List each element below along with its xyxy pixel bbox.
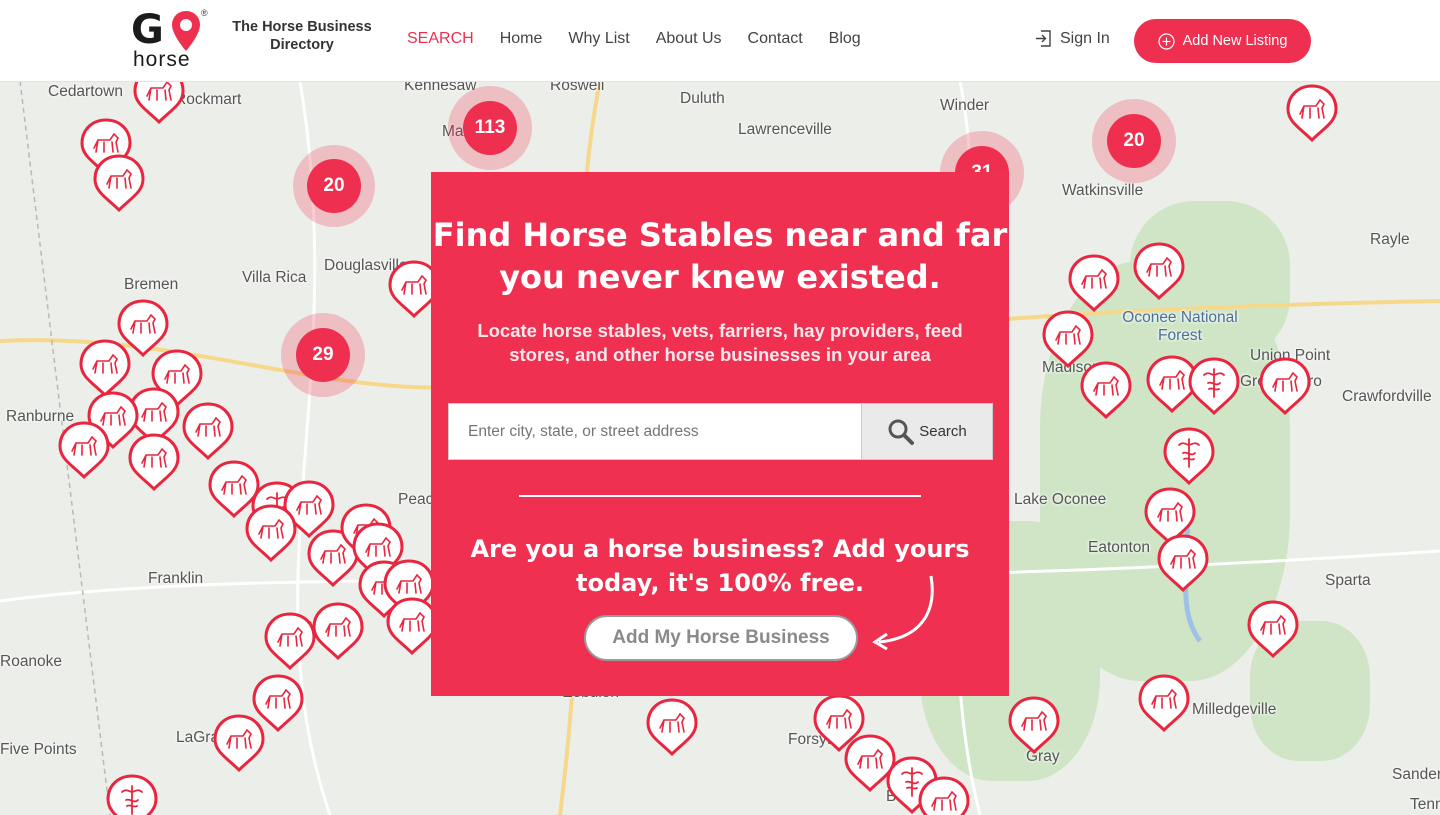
nav-why-list[interactable]: Why List bbox=[568, 29, 629, 49]
horse-pin-icon[interactable] bbox=[1286, 84, 1338, 143]
horse-pin-icon[interactable] bbox=[646, 698, 698, 757]
cluster-count: 20 bbox=[307, 159, 361, 213]
search-icon bbox=[888, 419, 915, 445]
sign-in-link[interactable]: Sign In bbox=[1034, 29, 1110, 48]
horse-pin-icon[interactable] bbox=[213, 714, 265, 773]
map-place-label: Sandersville bbox=[1392, 766, 1440, 783]
address-search: Search bbox=[448, 403, 994, 460]
horse-pin-icon[interactable] bbox=[1157, 534, 1209, 593]
horse-pin-icon[interactable] bbox=[1247, 600, 1299, 659]
map-place-label: Roanoke bbox=[0, 653, 63, 670]
search-button[interactable]: Search bbox=[862, 403, 993, 460]
horse-pin-icon[interactable] bbox=[93, 154, 145, 213]
map-place-label: Crawfordville bbox=[1342, 388, 1432, 405]
cluster-count: 20 bbox=[1107, 114, 1161, 168]
add-new-listing-label: Add New Listing bbox=[1182, 33, 1288, 49]
map-place-label: Lawrenceville bbox=[738, 121, 832, 138]
horse-pin-icon[interactable] bbox=[1138, 674, 1190, 733]
horse-pin-icon[interactable] bbox=[58, 421, 110, 480]
map-place-label: Oconee National Forest bbox=[1122, 309, 1238, 344]
hero-divider bbox=[519, 495, 921, 497]
map-place-label: Watkinsville bbox=[1062, 182, 1144, 199]
hero-panel: Find Horse Stables near and far you neve… bbox=[431, 172, 1009, 696]
hero-subheadline: Locate horse stables, vets, farriers, ha… bbox=[477, 320, 963, 365]
map-place-label: Bremen bbox=[124, 276, 179, 293]
search-button-label: Search bbox=[919, 423, 967, 440]
horse-pin-icon[interactable] bbox=[1259, 357, 1311, 416]
horse-pin-icon[interactable] bbox=[128, 433, 180, 492]
map-place-label: Franklin bbox=[148, 570, 204, 587]
nav-about-us[interactable]: About Us bbox=[656, 29, 722, 49]
vet-pin-icon[interactable] bbox=[1163, 427, 1215, 486]
horse-pin-icon[interactable] bbox=[1080, 361, 1132, 420]
map-place-label: Winder bbox=[940, 97, 990, 114]
horse-pin-icon[interactable] bbox=[1133, 242, 1185, 301]
horse-pin-icon[interactable] bbox=[264, 612, 316, 671]
horse-pin-icon[interactable] bbox=[182, 402, 234, 461]
vet-pin-icon[interactable] bbox=[106, 774, 158, 815]
map-place-label: Cedartown bbox=[48, 83, 123, 100]
nav-blog[interactable]: Blog bbox=[829, 29, 861, 49]
map-cluster-marker[interactable]: 29 bbox=[281, 313, 365, 397]
address-search-input[interactable] bbox=[448, 403, 862, 460]
cluster-count: 29 bbox=[296, 328, 350, 382]
horse-pin-icon[interactable] bbox=[245, 504, 297, 563]
site-header: G ® horse The Horse Business Directory S… bbox=[0, 0, 1440, 82]
logo-g: G bbox=[131, 7, 164, 53]
map-place-label: Villa Rica bbox=[242, 269, 307, 286]
map-place-label: Duluth bbox=[680, 90, 725, 107]
map-place-label: Tennille bbox=[1410, 796, 1440, 813]
add-my-horse-business-button[interactable]: Add My Horse Business bbox=[584, 615, 858, 661]
map-place-label: Milledgeville bbox=[1192, 701, 1277, 718]
map-place-label: Lake Oconee bbox=[1014, 491, 1107, 508]
add-new-listing-button[interactable]: Add New Listing bbox=[1134, 19, 1311, 63]
location-pin-icon bbox=[172, 11, 200, 51]
map-place-label: Rayle bbox=[1370, 231, 1410, 248]
horse-pin-icon[interactable] bbox=[1068, 254, 1120, 313]
logo-wordmark: horse bbox=[133, 48, 191, 71]
horse-pin-icon[interactable] bbox=[133, 81, 185, 125]
map-cluster-marker[interactable]: 113 bbox=[448, 86, 532, 170]
map-cluster-marker[interactable]: 20 bbox=[1092, 99, 1176, 183]
vet-pin-icon[interactable] bbox=[1188, 357, 1240, 416]
map-place-label: Eatonton bbox=[1088, 539, 1151, 556]
horse-pin-icon[interactable] bbox=[1042, 310, 1094, 369]
curved-arrow-icon bbox=[872, 575, 934, 651]
cluster-count: 113 bbox=[463, 101, 517, 155]
map-place-label: Roswell bbox=[550, 81, 605, 94]
brand-tagline: The Horse Business Directory bbox=[232, 19, 372, 53]
sign-in-icon bbox=[1036, 30, 1051, 47]
sign-in-label: Sign In bbox=[1060, 29, 1110, 47]
hero-headline: Find Horse Stables near and far you neve… bbox=[432, 216, 1008, 296]
plus-circle-icon bbox=[1158, 32, 1175, 50]
map-cluster-marker[interactable]: 20 bbox=[293, 145, 375, 227]
horse-pin-icon[interactable] bbox=[1008, 696, 1060, 755]
map-place-label: Sparta bbox=[1325, 572, 1371, 589]
nav-search[interactable]: SEARCH bbox=[407, 29, 474, 49]
gohorse-logo[interactable]: G ® horse bbox=[131, 8, 211, 72]
horse-pin-icon[interactable] bbox=[918, 776, 970, 815]
map-place-label: Five Points bbox=[0, 741, 77, 758]
horse-pin-icon[interactable] bbox=[79, 339, 131, 398]
main-nav: SEARCH Home Why List About Us Contact Bl… bbox=[407, 29, 887, 49]
nav-home[interactable]: Home bbox=[500, 29, 543, 49]
horse-pin-icon[interactable] bbox=[312, 602, 364, 661]
registered-mark: ® bbox=[201, 8, 208, 18]
nav-contact[interactable]: Contact bbox=[748, 29, 803, 49]
